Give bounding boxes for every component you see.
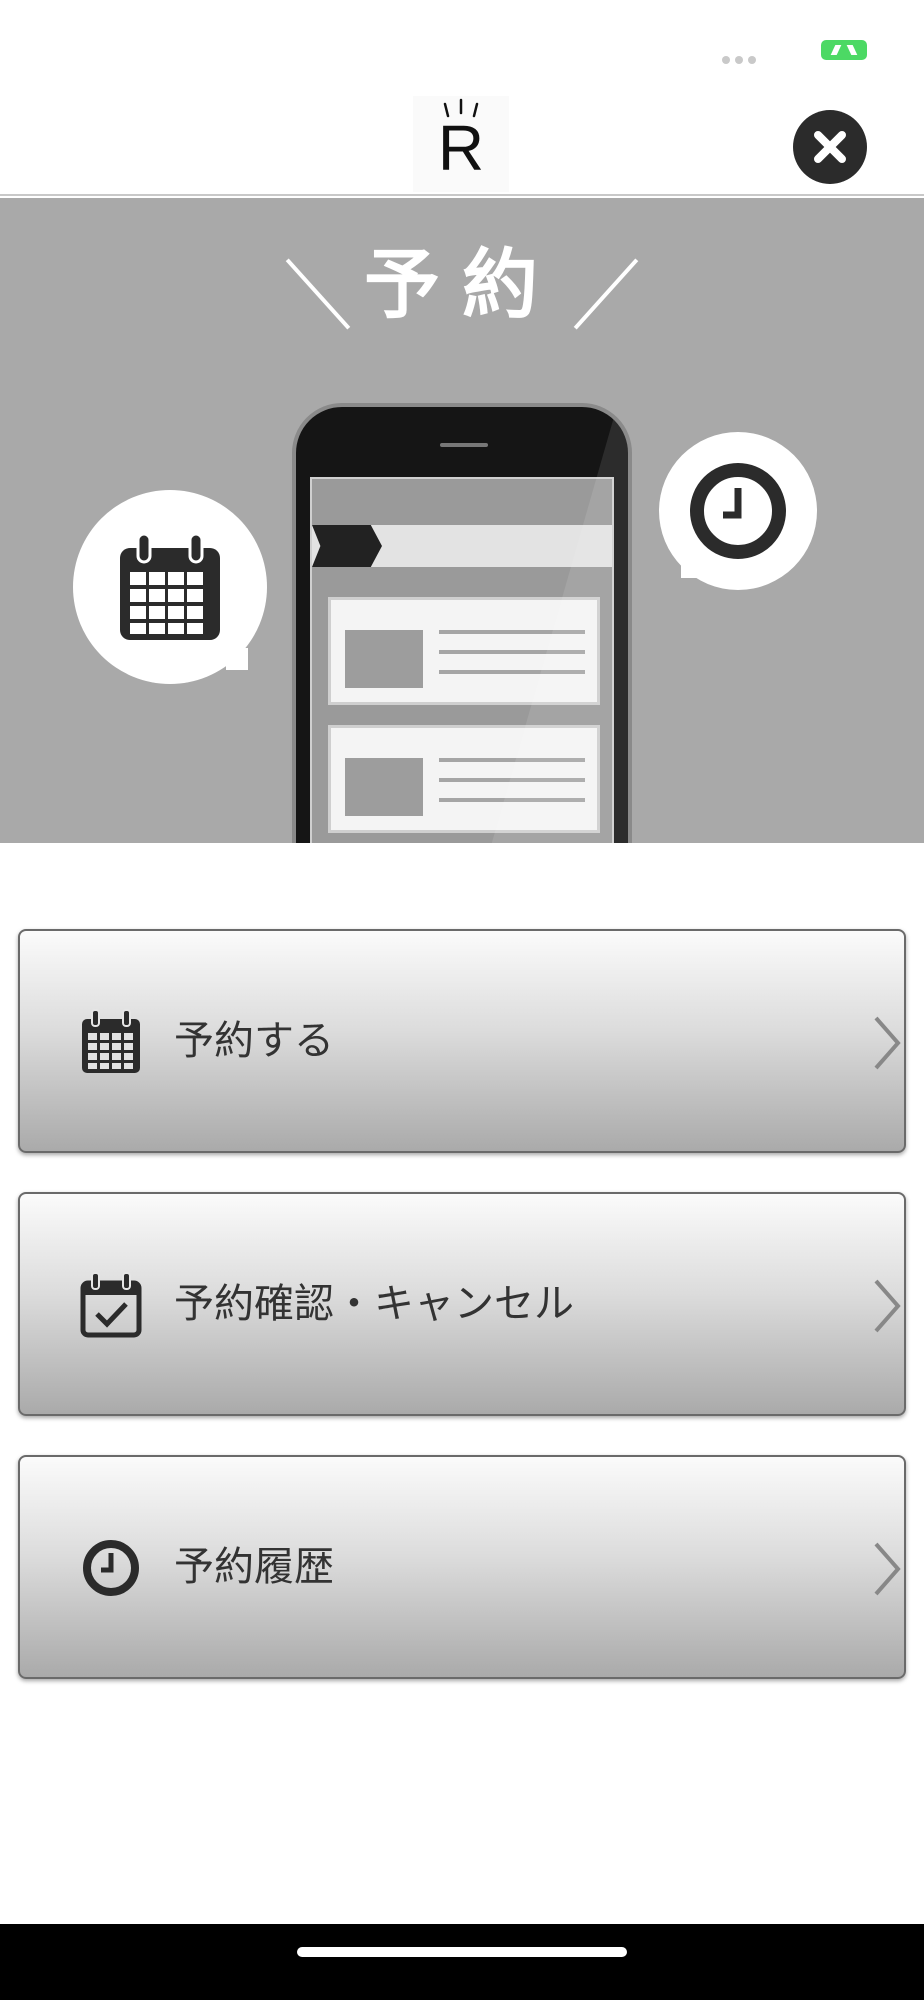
calendar-icon — [82, 1009, 140, 1073]
hero-title: 予約 — [364, 240, 560, 329]
hero-banner: 予約 — [0, 198, 924, 843]
clock-icon — [690, 463, 786, 559]
calendar-icon — [120, 532, 220, 640]
chevron-right-icon — [874, 1542, 901, 1596]
signal-dots-icon — [722, 56, 756, 64]
app-logo: R — [413, 96, 509, 192]
clock-bubble — [659, 432, 817, 590]
battery-icon — [821, 40, 867, 60]
bottom-bar — [0, 1924, 924, 2000]
reserve-button[interactable]: 予約する — [18, 929, 906, 1153]
phone-speaker — [440, 443, 488, 447]
chevron-right-icon — [874, 1016, 901, 1070]
clock-icon — [83, 1540, 139, 1596]
screen-arrow — [312, 525, 382, 567]
reservation-history-label: 予約履歴 — [174, 1544, 334, 1590]
app-header: R — [0, 90, 924, 196]
chevron-right-icon — [874, 1279, 901, 1333]
confirm-cancel-button[interactable]: 予約確認・キャンセル — [18, 1192, 906, 1416]
calendar-bubble — [73, 490, 267, 684]
calendar-check-icon — [80, 1272, 142, 1338]
confirm-cancel-label: 予約確認・キャンセル — [174, 1281, 574, 1327]
status-bar — [0, 0, 924, 90]
reserve-label: 予約する — [174, 1018, 334, 1064]
logo-letter: R — [437, 112, 485, 184]
close-icon — [814, 131, 846, 163]
home-indicator[interactable] — [297, 1947, 627, 1957]
reservation-history-button[interactable]: 予約履歴 — [18, 1455, 906, 1679]
close-button[interactable] — [793, 110, 867, 184]
smartphone-illustration — [292, 403, 632, 843]
